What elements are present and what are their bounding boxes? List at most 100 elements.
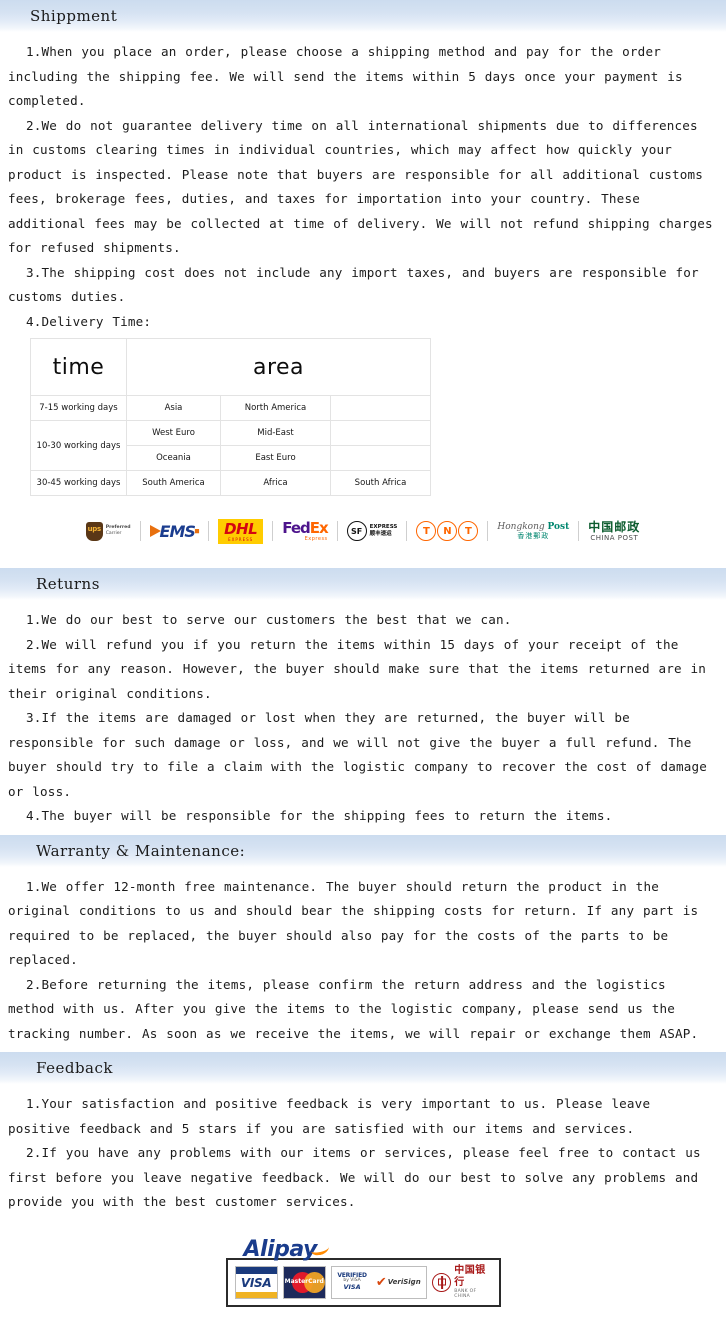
logo-divider — [208, 521, 210, 541]
cell-area: Asia — [126, 395, 221, 421]
feedback-paragraph-1: 1.Your satisfaction and positive feedbac… — [8, 1096, 651, 1136]
logo-divider — [139, 521, 141, 541]
verisign-wordmark: VeriSign — [387, 1278, 421, 1286]
table-row: 7-15 working days Asia North America — [30, 395, 431, 421]
logo-divider — [578, 521, 580, 541]
section-header-warranty: Warranty & Maintenance: — [0, 834, 726, 867]
section-title-feedback: Feedback — [36, 1059, 113, 1077]
table-row: 30-45 working days South America Africa … — [30, 470, 431, 496]
ups-logo: Preferred Carrier — [85, 518, 131, 544]
cell-area: Africa — [220, 470, 331, 496]
logo-divider — [487, 521, 489, 541]
logo-divider — [272, 521, 274, 541]
ups-shield-icon — [85, 521, 103, 541]
delivery-time-table-wrapper: time area 7-15 working days Asia North A… — [8, 334, 718, 496]
tnt-logo: T N T — [416, 518, 479, 544]
bank-of-china-emblem-icon — [432, 1272, 452, 1292]
verified-by-visa-badge: VERIFIED by VISA VISA — [337, 1272, 367, 1292]
verisign-badge: ✔ VeriSign — [376, 1276, 421, 1289]
check-icon: ✔ — [375, 1274, 387, 1290]
logo-divider — [406, 521, 408, 541]
payment-methods-box: VISA MasterCard VERIFIED by VISA VISA ✔ … — [225, 1257, 501, 1307]
fedex-wordmark-fed: Fed — [282, 518, 311, 537]
mastercard-card: MasterCard — [282, 1265, 326, 1299]
warranty-paragraph-2: 2.Before returning the items, please con… — [8, 976, 699, 1041]
cell-area-empty — [330, 420, 431, 446]
section-body-shipment: 1.When you place an order, please choose… — [0, 32, 726, 568]
cell-area-empty — [330, 445, 431, 471]
hongkong-post-logo: Hongkong Post 香港郵政 — [497, 518, 569, 544]
sf-sub-line-1: EXPRESS — [369, 524, 398, 530]
hongkong-post-cn: 香港郵政 — [517, 532, 550, 541]
section-body-returns: 1.We do our best to serve our customers … — [0, 600, 726, 835]
cell-area: Mid-East — [220, 420, 331, 446]
dhl-wordmark: DHL — [224, 519, 258, 538]
section-body-feedback: 1.Your satisfaction and positive feedbac… — [0, 1084, 726, 1221]
table-header-row: time area — [30, 338, 431, 396]
ems-logo: EMS ■ — [149, 518, 200, 544]
returns-paragraph-3: 3.If the items are damaged or lost when … — [8, 710, 708, 799]
fedex-wordmark-ex: Ex — [309, 518, 329, 537]
returns-paragraph-1: 1.We do our best to serve our customers … — [26, 612, 512, 627]
returns-paragraph-4: 4.The buyer will be responsible for the … — [26, 808, 613, 823]
shipment-paragraph-3: 3.The shipping cost does not include any… — [8, 264, 699, 305]
section-title-returns: Returns — [36, 575, 100, 593]
hongkong-post-en-italic: Hongkong — [497, 521, 548, 532]
ups-sub-line-2: Carrier — [105, 531, 122, 536]
dhl-subtitle: EXPRESS — [228, 536, 254, 542]
tnt-letter-icon: T — [416, 521, 437, 541]
ems-dot-icon: ■ — [194, 527, 200, 535]
section-body-warranty: 1.We offer 12-month free maintenance. Th… — [0, 867, 726, 1053]
cell-area: East Euro — [220, 445, 331, 471]
carrier-logo-row: Preferred Carrier EMS ■ DHL EXPRESS — [8, 496, 718, 562]
table-header-area: area — [126, 338, 431, 396]
shipment-paragraph-4: 4.Delivery Time: — [26, 313, 152, 329]
cell-time: 10-30 working days — [30, 420, 127, 471]
sf-circle-icon: SF — [346, 521, 367, 541]
product-policy-page: Shippment 1.When you place an order, ple… — [0, 0, 726, 1321]
visa-gold-bar — [235, 1291, 277, 1298]
china-post-en: CHINA POST — [590, 534, 639, 542]
payment-logo-block: Alipay VISA MasterCard VERIFIED by VISA … — [0, 1221, 726, 1321]
table-header-time: time — [30, 338, 127, 396]
warranty-paragraph-1: 1.We offer 12-month free maintenance. Th… — [8, 878, 699, 968]
verified-badges-group: VERIFIED by VISA VISA ✔ VeriSign — [330, 1265, 428, 1299]
tnt-letter-icon: N — [437, 521, 458, 541]
section-title-warranty: Warranty & Maintenance: — [36, 841, 246, 860]
sf-express-logo: SF EXPRESS 顺丰速运 — [346, 518, 398, 544]
mastercard-wordmark: MasterCard — [284, 1277, 324, 1285]
verified-line-3: VISA — [343, 1283, 361, 1292]
bank-of-china-en: BANK OF CHINA — [454, 1288, 477, 1299]
delivery-time-table: time area 7-15 working days Asia North A… — [30, 338, 431, 496]
table-row: 10-30 working days West Euro Mid-East — [30, 420, 431, 471]
ems-wordmark: EMS — [159, 521, 196, 541]
hongkong-post-en-bold: Post — [547, 521, 570, 532]
shipment-paragraph-2: 2.We do not guarantee delivery time on a… — [8, 117, 713, 256]
cell-time: 30-45 working days — [30, 470, 127, 496]
china-post-logo: 中国邮政 CHINA POST — [588, 518, 640, 544]
visa-wordmark: VISA — [240, 1275, 272, 1290]
section-header-shipment: Shippment — [0, 0, 726, 32]
feedback-paragraph-2: 2.If you have any problems with our item… — [8, 1145, 701, 1209]
section-header-feedback: Feedback — [0, 1052, 726, 1084]
dhl-logo: DHL EXPRESS — [218, 518, 264, 544]
fedex-subtitle: Express — [304, 535, 328, 542]
section-title-shipment: Shippment — [30, 7, 118, 25]
returns-paragraph-2: 2.We will refund you if you return the i… — [8, 636, 707, 701]
cell-area: West Euro — [126, 420, 221, 446]
fedex-logo: FedEx Express — [282, 518, 329, 544]
china-post-cn: 中国邮政 — [588, 519, 641, 534]
bank-of-china-cn: 中国银行 — [454, 1264, 486, 1288]
cell-area-empty — [330, 395, 431, 421]
sf-sub-line-2: 顺丰速运 — [369, 531, 392, 537]
visa-card: VISA — [234, 1265, 278, 1299]
tnt-letter-icon: T — [458, 521, 479, 541]
alipay-wordmark: Alipay — [243, 1236, 318, 1262]
cell-area: South America — [126, 470, 221, 496]
cell-area: South Africa — [330, 470, 431, 496]
alipay-logo: Alipay — [243, 1236, 330, 1262]
section-header-returns: Returns — [0, 568, 726, 600]
cell-area: North America — [220, 395, 331, 421]
bank-of-china-logo: 中国银行 BANK OF CHINA — [432, 1264, 492, 1299]
cell-area: Oceania — [126, 445, 221, 471]
